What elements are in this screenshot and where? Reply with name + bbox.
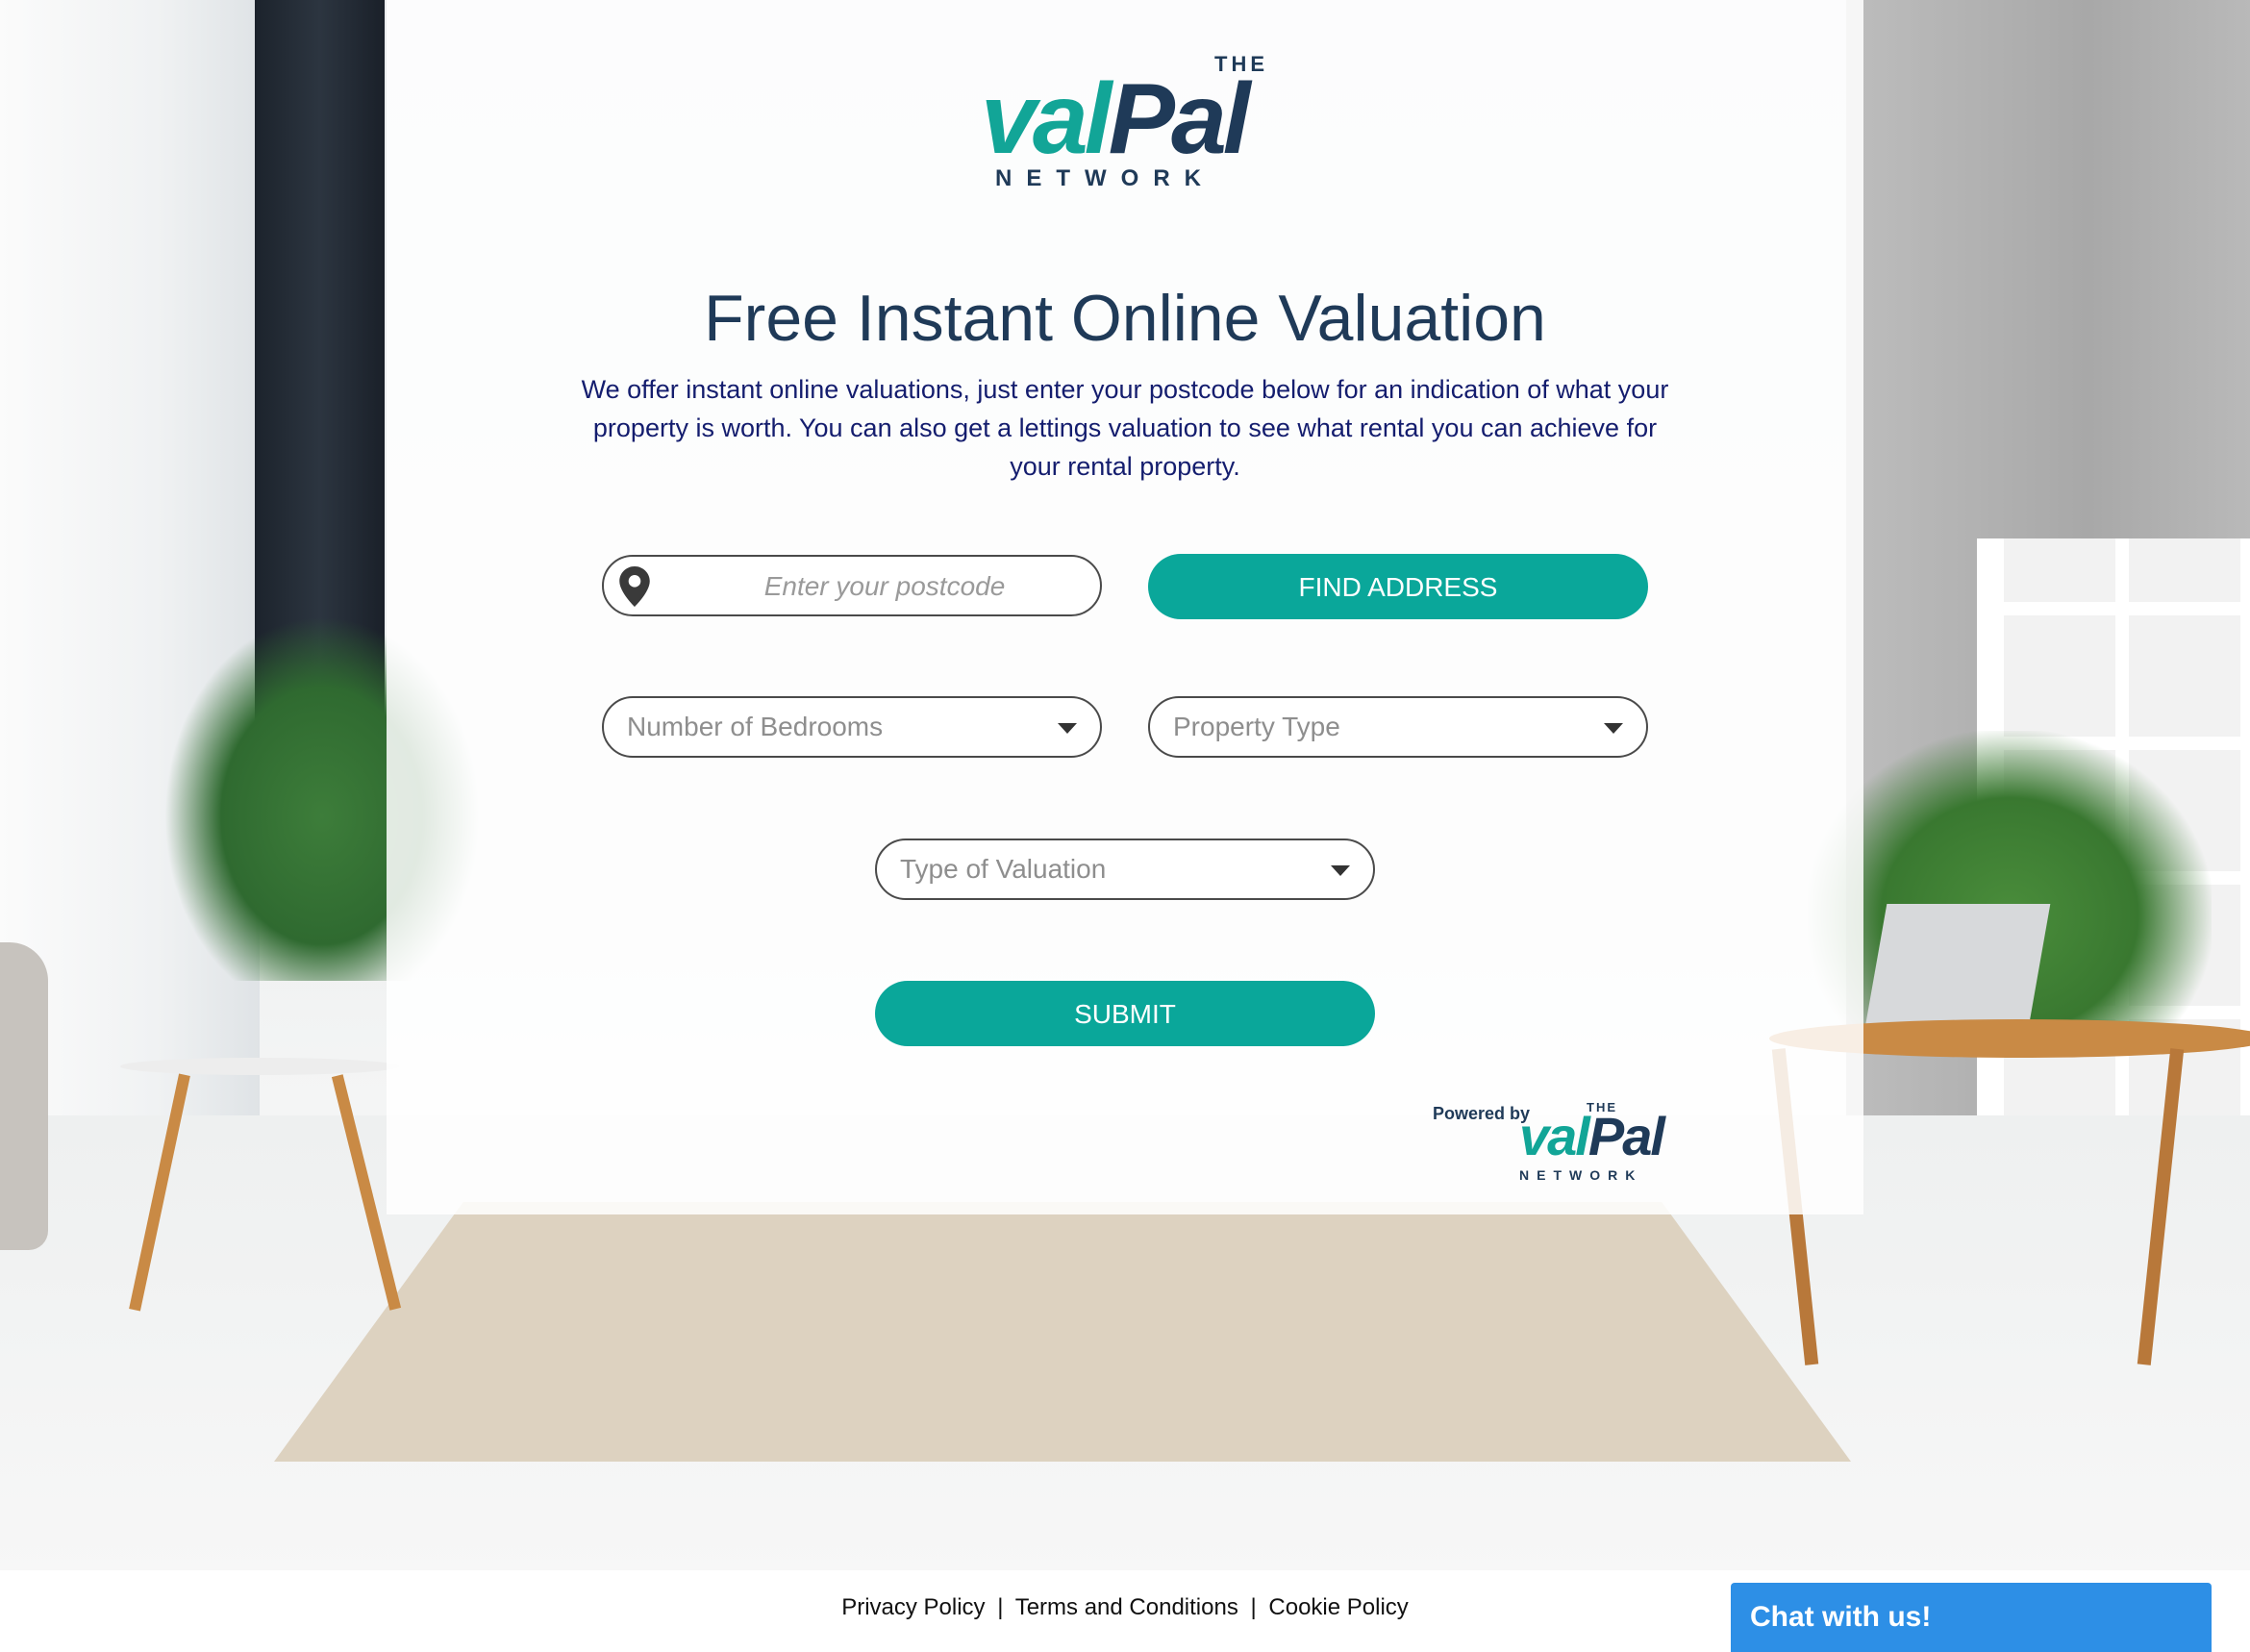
property-type-select-value: Property Type: [1173, 712, 1340, 741]
chevron-down-icon: [1604, 723, 1623, 734]
intro-text: We offer instant online valuations, just…: [581, 375, 1669, 481]
find-address-button[interactable]: FIND ADDRESS: [1148, 554, 1648, 619]
cookie-policy-link[interactable]: Cookie Policy: [1268, 1594, 1408, 1620]
laptop: [1862, 904, 2051, 1039]
property-type-select[interactable]: Property Type: [1148, 696, 1648, 758]
chevron-down-icon: [1058, 723, 1077, 734]
side-table-left: [120, 1058, 399, 1075]
powered-by-word-main: Pal: [1588, 1106, 1665, 1166]
bedrooms-select-value: Number of Bedrooms: [627, 712, 884, 741]
logo-word-accent: val: [981, 63, 1112, 175]
chevron-down-icon: [1331, 865, 1350, 876]
footer-separator: |: [1250, 1594, 1257, 1620]
page-title: Free Instant Online Valuation: [704, 281, 1546, 355]
bedrooms-select[interactable]: Number of Bedrooms: [602, 696, 1102, 758]
footer-separator: |: [997, 1594, 1004, 1620]
powered-by-wordmark: valPal: [1519, 1110, 1665, 1164]
postcode-field[interactable]: [602, 555, 1102, 616]
powered-by-network: NETWORK: [1519, 1167, 1643, 1183]
postcode-input[interactable]: [671, 557, 1098, 616]
logo-word-main: Pal: [1108, 63, 1251, 175]
privacy-policy-link[interactable]: Privacy Policy: [841, 1594, 985, 1620]
logo-wordmark: valPal: [981, 69, 1251, 169]
valuation-type-select[interactable]: Type of Valuation: [875, 839, 1375, 900]
logo-network: NETWORK: [995, 165, 1215, 191]
valpal-logo: THE valPal NETWORK: [976, 48, 1274, 202]
powered-by-logo: Powered by THE valPal NETWORK: [1433, 1096, 1683, 1183]
powered-by-label: Powered by: [1433, 1104, 1531, 1123]
rug: [274, 1202, 1851, 1462]
powered-by-word-accent: val: [1519, 1106, 1590, 1166]
footer: Privacy Policy | Terms and Conditions | …: [0, 1570, 2250, 1652]
valuation-type-select-value: Type of Valuation: [900, 854, 1107, 884]
chat-widget-button[interactable]: Chat with us!: [1731, 1583, 2212, 1652]
map-pin-icon: [619, 566, 650, 607]
armchair: [0, 942, 48, 1250]
submit-button[interactable]: SUBMIT: [875, 981, 1375, 1046]
terms-link[interactable]: Terms and Conditions: [1015, 1594, 1238, 1620]
